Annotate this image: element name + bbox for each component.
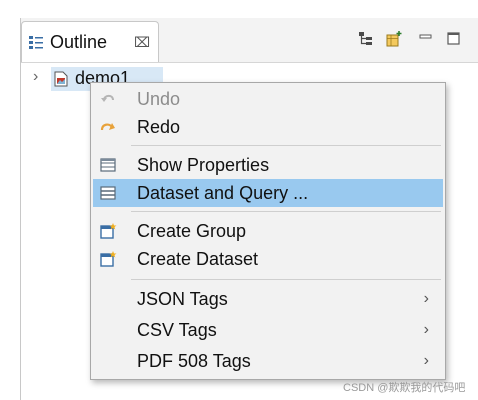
create-dataset-icon [100,251,117,267]
create-group-icon [100,223,117,239]
menu-item-json-tags[interactable]: JSON Tags › [93,285,443,313]
menu-item-csv-tags[interactable]: CSV Tags › [93,316,443,344]
menu-item-label: Show Properties [137,155,270,175]
submenu-arrow-icon: › [423,321,429,338]
menu-item-undo[interactable]: Undo [93,85,443,113]
menu-item-pdf-508-tags[interactable]: PDF 508 Tags › [93,347,443,375]
tree-layout-icon[interactable] [357,30,375,48]
dataset-query-icon [100,186,116,200]
menu-item-label: Create Group [137,221,247,241]
submenu-arrow-icon: › [423,352,429,369]
menu-item-show-properties[interactable]: Show Properties [93,151,443,179]
tab-title: Outline [50,32,108,52]
menu-item-label: Undo [137,89,181,109]
menu-separator [131,211,441,212]
menu-item-label: Create Dataset [137,249,259,269]
properties-icon [100,158,116,172]
report-file-icon [54,71,68,87]
menu-item-label: CSV Tags [137,320,217,340]
menu-item-label: PDF 508 Tags [137,351,251,371]
menu-item-label: JSON Tags [137,289,228,309]
redo-icon [100,123,115,131]
minimize-icon[interactable] [417,28,435,46]
maximize-icon[interactable] [445,30,463,48]
menu-item-label: Dataset and Query ... [137,183,309,203]
menu-item-redo[interactable]: Redo [93,113,443,141]
undo-icon [101,94,114,102]
menu-item-create-group[interactable]: Create Group [93,217,443,245]
view-tab-bar: Outline ⌧ [21,18,478,63]
menu-item-create-dataset[interactable]: Create Dataset [93,245,443,273]
submenu-arrow-icon: › [423,290,429,307]
menu-separator [131,279,441,280]
close-icon[interactable]: ⌧ [134,34,150,51]
context-menu: Undo Redo Show Properties Dataset and Qu… [90,82,446,380]
tab-outline[interactable]: Outline ⌧ [21,21,159,62]
outline-view-icon [29,36,43,49]
menu-item-label: Redo [137,117,181,137]
watermark: CSDN @欺欺我的代码吧 [343,382,466,394]
expand-chevron-icon[interactable]: › [33,68,38,86]
menu-item-dataset-and-query[interactable]: Dataset and Query ... [93,179,443,207]
menu-separator [131,145,441,146]
new-object-icon[interactable] [385,30,403,48]
